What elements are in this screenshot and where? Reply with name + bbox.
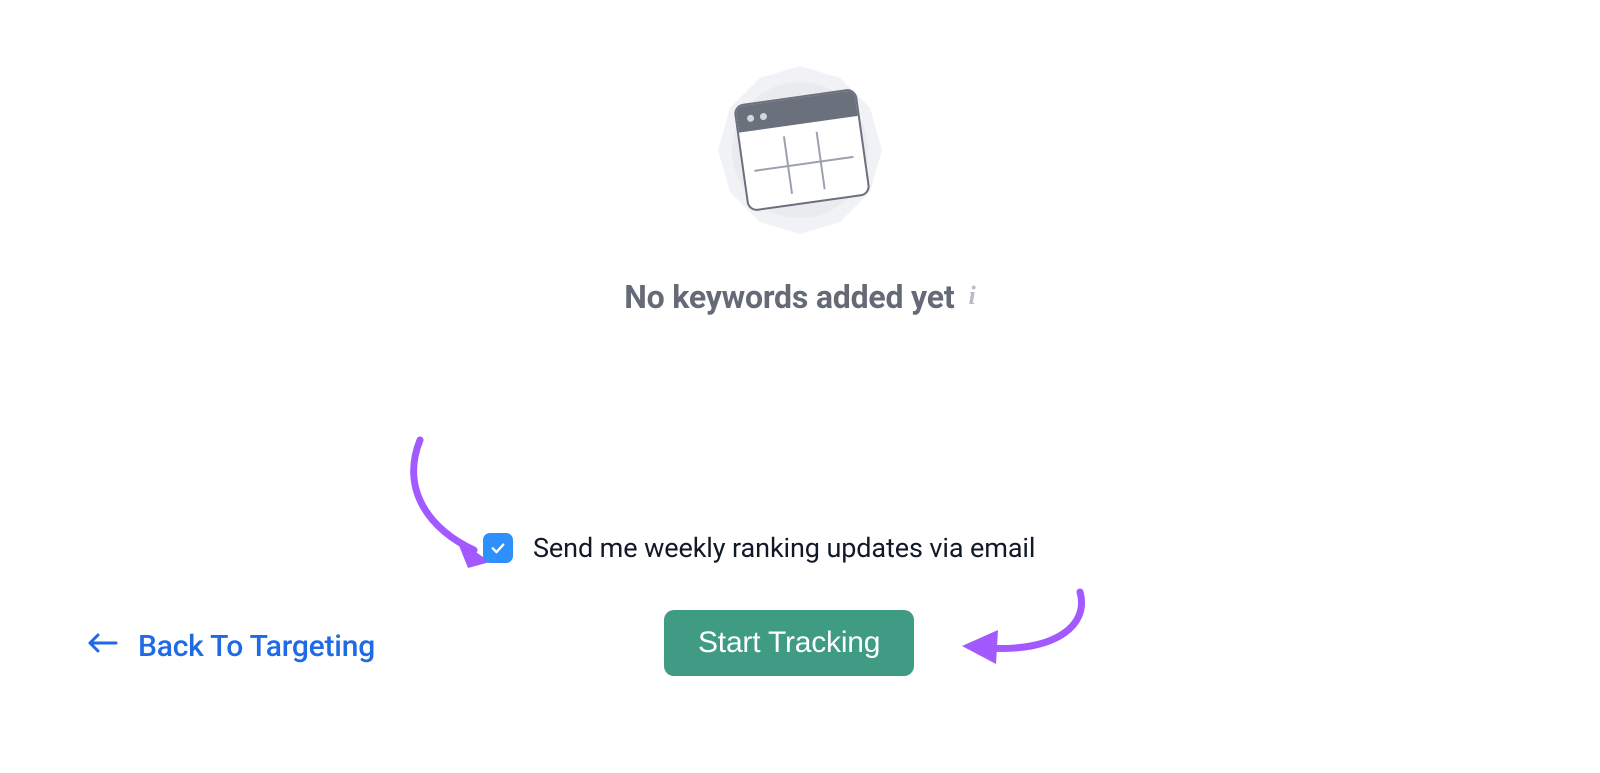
arrow-left-icon xyxy=(86,631,118,661)
annotation-arrow-icon xyxy=(940,578,1090,678)
weekly-updates-row: Send me weekly ranking updates via email xyxy=(483,532,1035,564)
check-icon xyxy=(489,539,507,557)
back-link-label: Back To Targeting xyxy=(138,629,375,664)
empty-state-heading: No keywords added yet xyxy=(624,278,954,316)
back-to-targeting-link[interactable]: Back To Targeting xyxy=(86,618,375,674)
empty-state-illustration xyxy=(710,60,890,240)
weekly-updates-checkbox[interactable] xyxy=(483,533,513,563)
grid-icon xyxy=(750,127,857,198)
window-dot-icon xyxy=(747,114,755,122)
browser-window-icon xyxy=(733,88,871,212)
info-icon[interactable]: i xyxy=(968,283,975,311)
weekly-updates-label: Send me weekly ranking updates via email xyxy=(533,532,1035,564)
window-dot-icon xyxy=(759,112,767,120)
start-tracking-button[interactable]: Start Tracking xyxy=(664,610,914,676)
empty-state-heading-row: No keywords added yet i xyxy=(624,278,975,316)
